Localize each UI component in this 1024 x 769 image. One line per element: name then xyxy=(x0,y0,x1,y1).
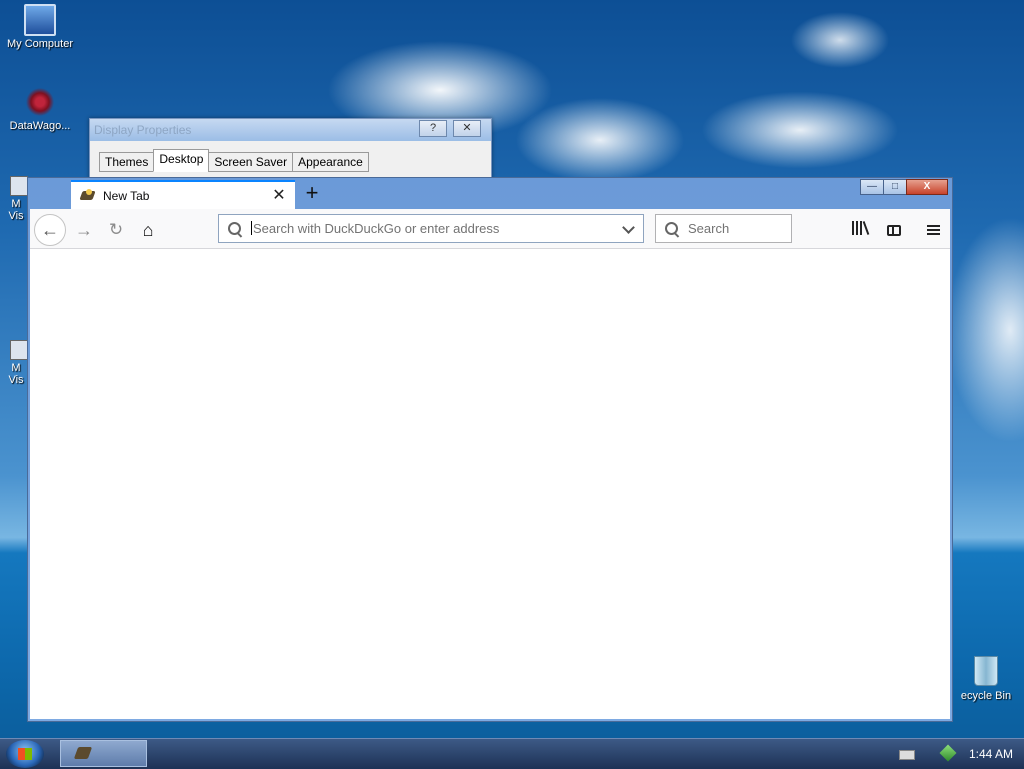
keyboard-icon[interactable] xyxy=(899,750,915,760)
search-icon xyxy=(664,221,680,237)
dialog-tab-screen-saver[interactable]: Screen Saver xyxy=(208,152,294,172)
tab-close-icon[interactable]: ✕ xyxy=(269,186,289,206)
sidebar-icon xyxy=(887,225,901,236)
desktop-icon-label: My Computer xyxy=(6,38,74,50)
dialog-tab-themes[interactable]: Themes xyxy=(99,152,155,172)
system-clock[interactable]: 1:44 AM xyxy=(962,739,1020,769)
library-icon xyxy=(852,221,870,235)
taskbar-item-browser[interactable] xyxy=(60,740,147,767)
computer-icon xyxy=(24,4,56,36)
minimize-button[interactable]: — xyxy=(860,179,884,195)
dialog-tab-appearance[interactable]: Appearance xyxy=(292,152,369,172)
desktop-icon-recycle-bin[interactable]: ecycle Bin xyxy=(948,656,1024,702)
desktop-icon-label: ecycle Bin xyxy=(960,690,1012,702)
desktop-icon-label: DataWago... xyxy=(9,120,71,132)
desktop-icon-partial-2[interactable]: M Vis xyxy=(0,340,30,386)
recycle-bin-icon xyxy=(974,656,998,686)
menu-button[interactable] xyxy=(920,216,946,242)
forward-button[interactable]: → xyxy=(70,216,98,244)
desktop-icon-label: M Vis xyxy=(8,198,24,222)
address-placeholder[interactable]: Search with DuckDuckGo or enter address xyxy=(251,221,619,236)
desktop-icon-datawagon[interactable]: DataWago... xyxy=(0,86,80,132)
hamburger-menu-icon xyxy=(926,225,940,235)
desktop-icon-my-computer[interactable]: My Computer xyxy=(0,4,80,50)
search-placeholder[interactable]: Search xyxy=(688,221,729,236)
navigation-toolbar: ← → ↻ ⌂ Search with DuckDuckGo or enter … xyxy=(30,209,950,249)
windows-logo-icon xyxy=(18,748,32,760)
dialog-help-button[interactable]: ? xyxy=(419,120,447,137)
desktop-icon-label: M Vis xyxy=(8,362,24,386)
reload-button[interactable]: ↻ xyxy=(102,216,130,244)
address-bar[interactable]: Search with DuckDuckGo or enter address xyxy=(218,214,644,243)
dialog-close-button[interactable]: ✕ xyxy=(453,120,481,137)
new-tab-button[interactable]: + xyxy=(300,181,324,205)
search-bar[interactable]: Search xyxy=(655,214,792,243)
datawagon-icon xyxy=(24,86,56,118)
tab-new-tab[interactable]: New Tab ✕ xyxy=(71,180,295,209)
home-button[interactable]: ⌂ xyxy=(134,216,162,244)
start-button[interactable] xyxy=(6,740,44,768)
browser-app-icon xyxy=(73,747,93,759)
page-content[interactable] xyxy=(30,249,950,719)
network-icon[interactable] xyxy=(939,744,957,762)
application-icon xyxy=(10,340,28,360)
sidebar-button[interactable] xyxy=(881,216,907,242)
application-icon xyxy=(10,176,28,196)
window-controls: — □ X xyxy=(860,179,948,195)
tab-title: New Tab xyxy=(103,188,150,203)
chevron-down-icon[interactable] xyxy=(619,219,639,239)
dialog-tabs: Themes Desktop Screen Saver Appearance xyxy=(99,149,369,172)
search-icon xyxy=(227,221,243,237)
library-button[interactable] xyxy=(848,216,874,242)
dialog-tab-desktop[interactable]: Desktop xyxy=(153,149,210,172)
tab-strip: New Tab ✕ + — □ X xyxy=(28,178,952,209)
favicon-icon xyxy=(80,188,96,204)
maximize-button[interactable]: □ xyxy=(883,179,907,195)
browser-window: New Tab ✕ + — □ X ← → ↻ ⌂ Search with Du… xyxy=(27,177,953,722)
back-button[interactable]: ← xyxy=(34,214,66,246)
desktop-icon-partial-1[interactable]: M Vis xyxy=(0,176,30,222)
close-window-button[interactable]: X xyxy=(906,179,948,195)
taskbar: 1:44 AM xyxy=(0,738,1024,769)
